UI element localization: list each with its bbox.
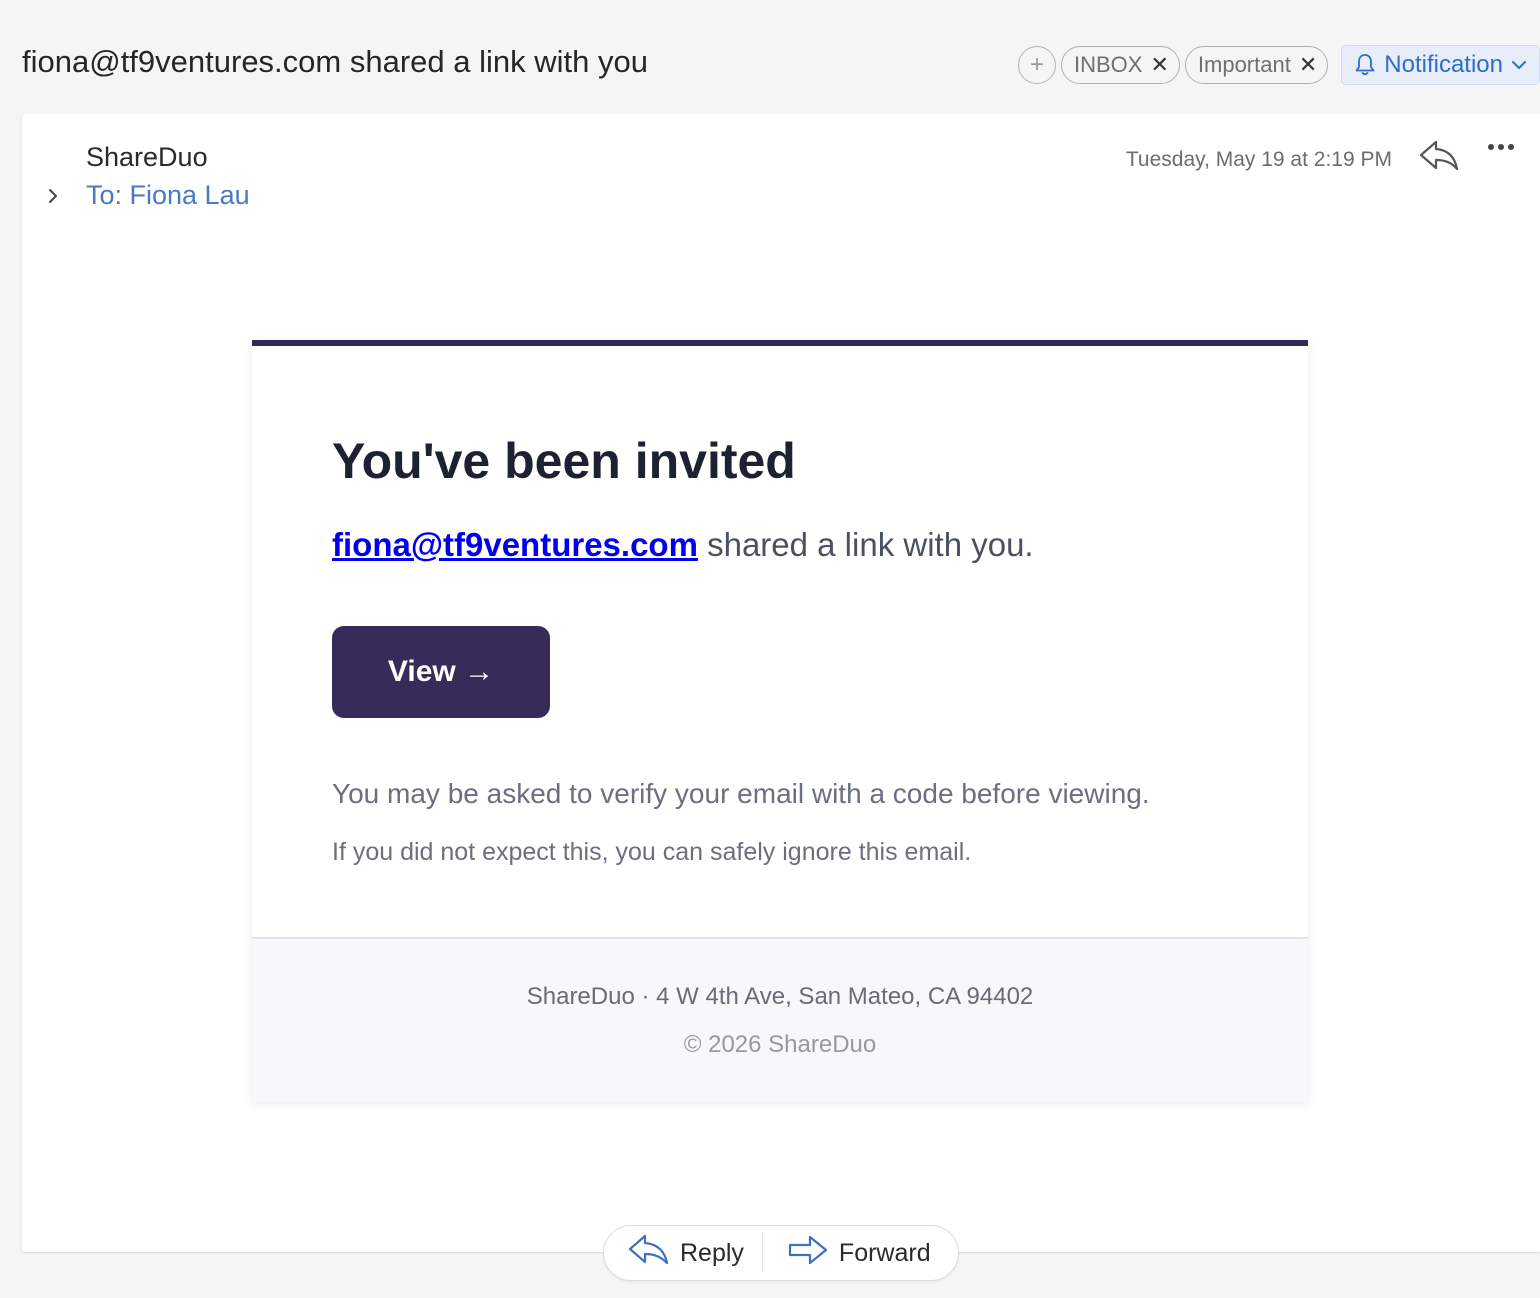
share-message-suffix: shared a link with you. [697,526,1034,563]
chevron-right-icon[interactable] [46,181,66,211]
email-footer: ShareDuo · 4 W 4th Ave, San Mateo, CA 94… [252,937,1308,1102]
remove-label-icon[interactable]: ✕ [1299,52,1317,78]
message-panel: ShareDuo To: Fiona Lau Tuesday, May 19 a… [22,114,1540,1252]
bell-icon [1354,53,1376,77]
view-button[interactable]: View → [332,626,550,718]
remove-label-icon[interactable]: ✕ [1150,52,1168,78]
notification-dropdown[interactable]: Notification [1341,45,1540,85]
email-title: You've been invited [332,433,796,489]
footer-address: ShareDuo · 4 W 4th Ave, San Mateo, CA 94… [526,983,1034,1010]
forward-button[interactable]: Forward [763,1226,949,1280]
label-chip-inbox[interactable]: INBOX ✕ [1060,46,1180,84]
ignore-note: If you did not expect this, you can safe… [332,838,972,866]
more-icon[interactable] [1488,144,1514,150]
share-message: fiona@tf9ventures.com shared a link with… [332,526,1034,564]
chevron-down-icon [1511,59,1527,71]
email-subject: fiona@tf9ventures.com shared a link with… [22,44,648,79]
message-actions: Reply Forward [603,1225,959,1281]
recipient-to[interactable]: To: Fiona Lau [86,180,250,211]
reply-icon[interactable] [1418,138,1460,179]
recipient-line: To: Fiona Lau [46,180,250,211]
label-chips: + INBOX ✕ Important ✕ Notification [1017,45,1540,85]
notification-label: Notification [1384,51,1503,78]
reply-icon [628,1233,670,1274]
message-header-bar: fiona@tf9ventures.com shared a link with… [0,0,1540,112]
reply-label: Reply [680,1238,744,1267]
footer-copyright: © 2026 ShareDuo [683,1031,877,1058]
sender-name: ShareDuo [86,142,208,172]
reply-button[interactable]: Reply [604,1226,762,1280]
message-date: Tuesday, May 19 at 2:19 PM [1125,148,1392,171]
label-name: Important [1197,52,1291,77]
email-card: You've been invited fiona@tf9ventures.co… [252,340,1308,1102]
forward-icon [787,1234,829,1273]
label-name: INBOX [1073,52,1143,77]
label-chip-important[interactable]: Important ✕ [1184,46,1329,84]
add-label-button[interactable]: + [1017,46,1056,84]
sender-email-link[interactable]: fiona@tf9ventures.com [332,526,698,563]
verify-note: You may be asked to verify your email wi… [332,778,1150,809]
forward-label: Forward [838,1238,931,1267]
